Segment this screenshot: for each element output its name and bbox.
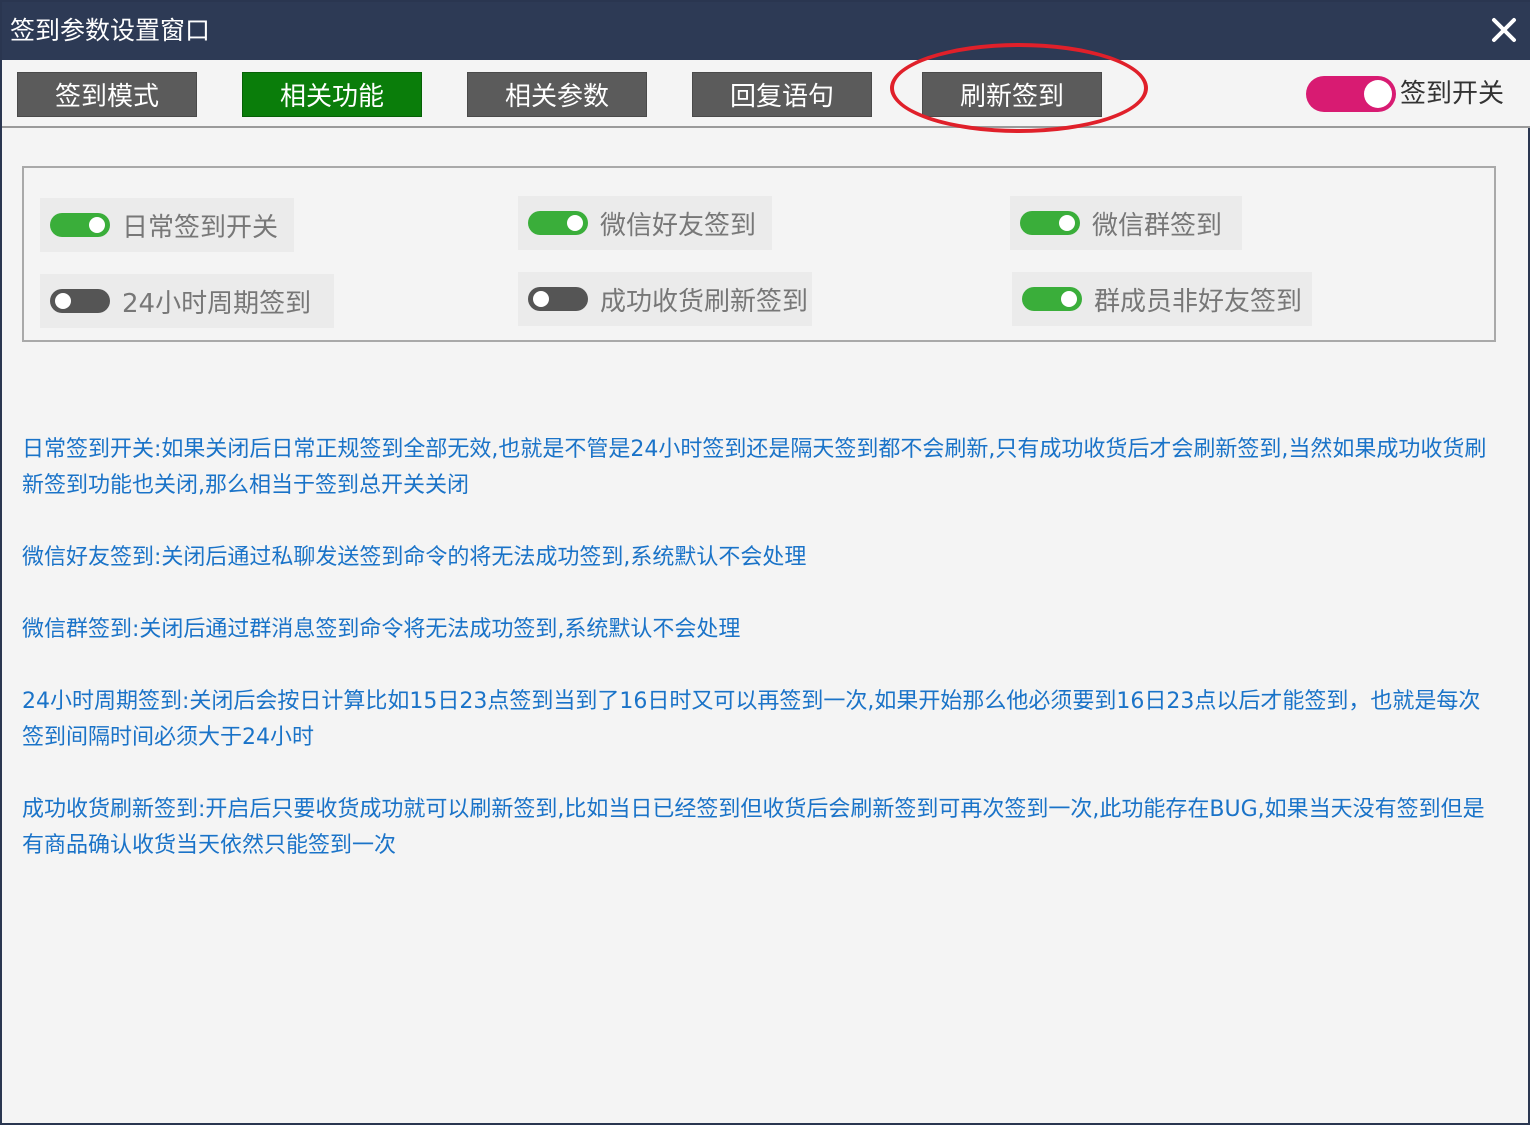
tab-related-params[interactable]: 相关参数 (467, 72, 647, 117)
option-delivery-refresh-signin[interactable]: 成功收货刷新签到 (518, 272, 812, 326)
tab-related-functions[interactable]: 相关功能 (242, 72, 422, 117)
toggle-24h-cycle-signin[interactable] (50, 289, 110, 313)
description-delivery-refresh-signin: 成功收货刷新签到:开启后只要收货成功就可以刷新签到,比如当日已经签到但收货后会刷… (22, 797, 1485, 858)
toggle-daily-signin[interactable] (50, 213, 110, 237)
description-wechat-group-signin: 微信群签到:关闭后通过群消息签到命令将无法成功签到,系统默认不会处理 (22, 617, 741, 642)
option-label: 日常签到开关 (122, 212, 279, 243)
tab-toolbar: 签到模式 相关功能 相关参数 回复语句 刷新签到 (2, 60, 1530, 128)
toggle-group-nonfriend-signin[interactable] (1022, 287, 1082, 311)
toggle-delivery-refresh-signin[interactable] (528, 287, 588, 311)
option-wechat-group-signin[interactable]: 微信群签到 (1010, 196, 1242, 250)
option-label: 群成员非好友签到 (1094, 286, 1303, 317)
description-daily-signin: 日常签到开关:如果关闭后日常正规签到全部无效,也就是不管是24小时签到还是隔天签… (22, 437, 1487, 498)
option-group-nonfriend-signin[interactable]: 群成员非好友签到 (1012, 272, 1312, 326)
window-title: 签到参数设置窗口 (10, 16, 211, 45)
option-daily-signin[interactable]: 日常签到开关 (40, 198, 294, 252)
signin-master-label: 签到开关 (1400, 79, 1505, 109)
close-icon (1492, 18, 1516, 42)
toggle-wechat-friend-signin[interactable] (528, 211, 588, 235)
settings-window: 签到参数设置窗口 签到模式 相关功能 相关参数 回复语句 刷新签到 签到开关 日… (0, 0, 1530, 1125)
option-label: 微信好友签到 (600, 210, 757, 241)
toggle-wechat-group-signin[interactable] (1020, 211, 1080, 235)
signin-master-toggle[interactable] (1306, 76, 1396, 112)
title-bar: 签到参数设置窗口 (2, 2, 1530, 60)
options-panel: 日常签到开关 微信好友签到 微信群签到 24小时周期签到 成功收货刷新签到 群成… (22, 166, 1496, 342)
tab-signin-mode[interactable]: 签到模式 (17, 72, 197, 117)
option-label: 微信群签到 (1092, 210, 1223, 241)
tab-reply-messages[interactable]: 回复语句 (692, 72, 872, 117)
tab-refresh-signin[interactable]: 刷新签到 (922, 72, 1102, 117)
close-button[interactable] (1486, 12, 1522, 48)
option-label: 成功收货刷新签到 (600, 286, 809, 317)
option-24h-cycle-signin[interactable]: 24小时周期签到 (40, 274, 334, 328)
description-24h-cycle-signin: 24小时周期签到:关闭后会按日计算比如15日23点签到当到了16日时又可以再签到… (22, 689, 1481, 750)
toggle-knob (1364, 80, 1392, 108)
option-wechat-friend-signin[interactable]: 微信好友签到 (518, 196, 772, 250)
description-wechat-friend-signin: 微信好友签到:关闭后通过私聊发送签到命令的将无法成功签到,系统默认不会处理 (22, 545, 807, 570)
option-label: 24小时周期签到 (122, 288, 312, 319)
